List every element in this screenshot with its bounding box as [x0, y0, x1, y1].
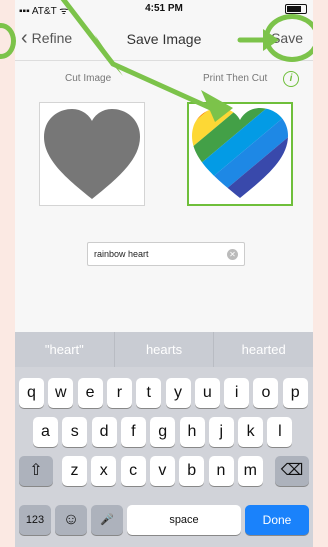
save-highlight-ring	[264, 14, 313, 62]
edge-highlight-ring	[0, 23, 16, 59]
annotation-overlay	[60, 0, 279, 122]
phone-screen: ▪▪▪ AT&T ᯤ 4:51 PM ‹ Refine Save Image S…	[15, 0, 313, 547]
